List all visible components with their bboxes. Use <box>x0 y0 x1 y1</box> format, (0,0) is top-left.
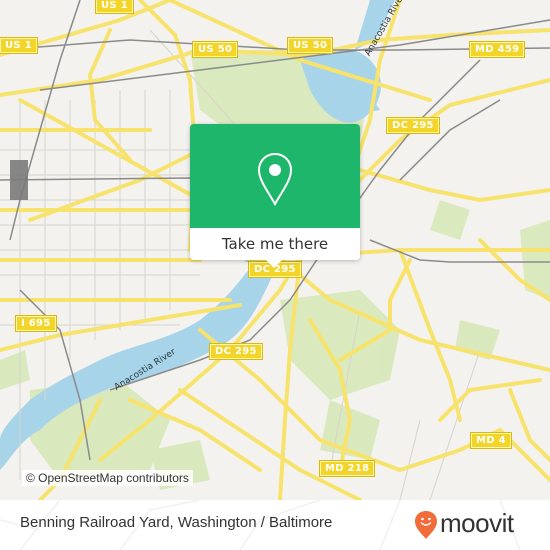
popup-header <box>190 124 360 228</box>
location-pin-icon <box>257 152 293 207</box>
popup-arrow <box>265 259 283 268</box>
take-me-there-button[interactable]: Take me there <box>190 228 360 260</box>
road-shield-us50: US 50 <box>286 37 334 54</box>
road-shield-dc295: DC 295 <box>209 343 263 360</box>
footer: Benning Railroad Yard, Washington / Balt… <box>0 500 550 550</box>
road-shield-md4: MD 4 <box>470 432 512 449</box>
road-shield-us1: US 1 <box>0 37 38 54</box>
moovit-pin-icon <box>415 511 437 539</box>
location-popup: Take me there <box>190 124 360 268</box>
road-shield-md218: MD 218 <box>318 460 376 477</box>
road-shield-us50: US 50 <box>191 41 239 58</box>
moovit-logo[interactable]: moovit <box>414 507 514 540</box>
road-shield-i695: I 695 <box>15 315 57 332</box>
map[interactable]: US 1 US 1 US 50 US 50 MD 459 DC 295 DC 2… <box>0 0 550 500</box>
road-shield-md459: MD 459 <box>468 41 526 58</box>
road-shield-us1: US 1 <box>95 0 134 14</box>
map-attribution[interactable]: © OpenStreetMap contributors <box>22 470 193 486</box>
road-shield-dc295: DC 295 <box>386 117 440 134</box>
moovit-wordmark: moovit <box>440 507 514 538</box>
location-title: Benning Railroad Yard, Washington / Balt… <box>20 514 333 531</box>
